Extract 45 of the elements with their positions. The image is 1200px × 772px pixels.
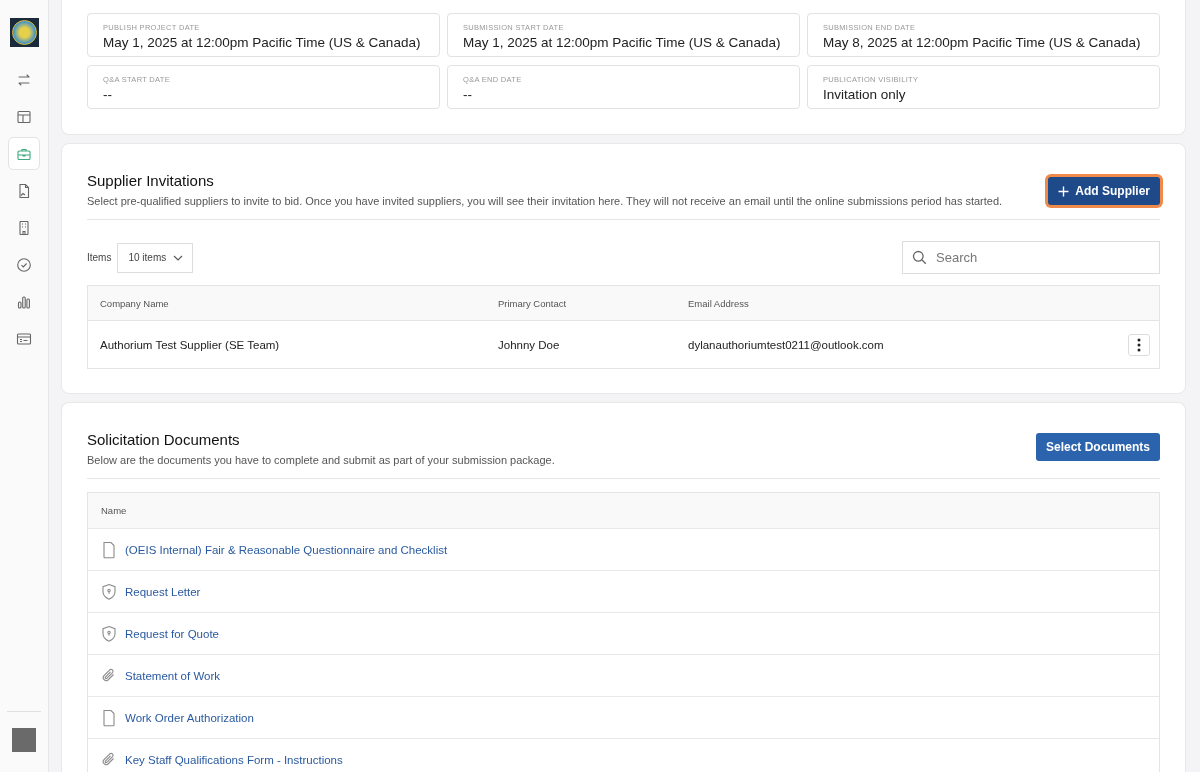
chevron-down-icon [173, 254, 184, 261]
document-icon [101, 540, 117, 559]
field-value: -- [463, 87, 473, 102]
table-cell-text: Johnny Doe [498, 338, 561, 351]
search-field[interactable]: Search [902, 241, 1160, 274]
field-value: May 8, 2025 at 12:00pm Pacific Time (US & Canada) [823, 35, 1142, 50]
table-cell-text: dylanauthoriumtest0211@outlook.com [688, 338, 885, 351]
document-link[interactable]: Key Staff Qualifications Form - Instructions [125, 753, 343, 766]
table-cell-text: Authorium Test Supplier (SE Team) [100, 338, 281, 351]
file-image-icon [16, 182, 32, 199]
column-header: Email Address [688, 297, 750, 309]
document-link[interactable]: Statement of Work [125, 669, 221, 682]
field-value: May 1, 2025 at 12:00pm Pacific Time (US & Canada) [103, 35, 422, 50]
document-link[interactable]: Request for Quote [125, 627, 219, 640]
plus-icon [1058, 185, 1070, 197]
shield-icon [101, 624, 117, 643]
check-circle-icon [16, 256, 32, 273]
section-description: Select pre-qualified suppliers to invite to bid. Once you have invited suppliers, you will see their invitation here. They will not receive an email until the online submissions period has started. [87, 195, 1004, 207]
select-documents-button[interactable]: Select Documents [1035, 433, 1160, 461]
column-header: Name [101, 505, 127, 516]
card-list-icon [16, 330, 32, 347]
field-value: -- [103, 87, 113, 102]
building-icon [16, 219, 32, 236]
items-label: Items [87, 252, 112, 263]
bar-chart-icon [16, 293, 32, 310]
items-per-page-dropdown[interactable]: 10 items [117, 242, 194, 273]
document-icon [101, 708, 117, 727]
search-icon [912, 250, 927, 265]
column-header: Company Name [100, 297, 170, 309]
kebab-icon [1137, 337, 1141, 352]
field-value: May 1, 2025 at 12:00pm Pacific Time (US & Canada) [463, 35, 782, 50]
document-link[interactable]: (OEIS Internal) Fair & Reasonable Questionnaire and Checklist [125, 543, 448, 556]
document-link[interactable]: Request Letter [125, 585, 201, 598]
field-value: Invitation only [823, 87, 907, 102]
section-title: Solicitation Documents [87, 431, 241, 448]
column-header: Primary Contact [498, 297, 568, 309]
document-link[interactable]: Work Order Authorization [125, 711, 254, 724]
layout-icon [16, 108, 32, 125]
section-title: Supplier Invitations [87, 172, 215, 189]
seal-logo-icon [9, 18, 39, 47]
add-supplier-button[interactable]: Add Supplier [1048, 177, 1160, 205]
nav-item[interactable] [8, 137, 40, 170]
shield-icon [101, 582, 117, 601]
section-description: Below are the documents you have to complete and submit as part of your submission package. [87, 454, 556, 466]
more-options-button[interactable] [1128, 333, 1150, 356]
